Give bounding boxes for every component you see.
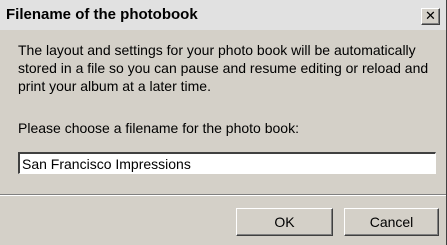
close-icon[interactable]: ✕ [421,8,440,25]
dialog-title: Filename of the photobook [6,6,198,23]
title-bar[interactable]: Filename of the photobook ✕ [0,0,446,30]
cancel-button[interactable]: Cancel [344,208,439,236]
divider [0,194,446,196]
photobook-filename-dialog: Filename of the photobook ✕ The layout a… [0,0,447,245]
ok-button[interactable]: OK [236,208,333,236]
description-text: The layout and settings for your photo b… [18,42,429,94]
filename-input[interactable] [18,152,436,174]
filename-prompt-label: Please choose a filename for the photo b… [18,120,299,136]
